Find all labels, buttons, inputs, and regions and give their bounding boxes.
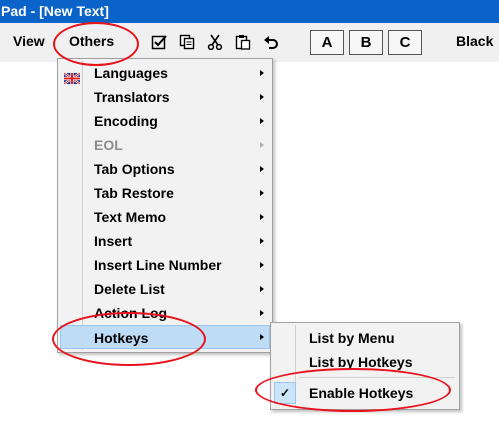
menu-black[interactable]: Black — [456, 33, 493, 49]
menu-item-encoding[interactable]: Encoding — [60, 109, 270, 133]
button-b[interactable]: B — [349, 30, 383, 55]
check-icon[interactable] — [150, 33, 168, 51]
button-c[interactable]: C — [388, 30, 422, 55]
submenu-arrow-icon — [260, 262, 264, 268]
submenu-arrow-icon — [260, 118, 264, 124]
menu-item-text-memo[interactable]: Text Memo — [60, 205, 270, 229]
submenu-arrow-icon — [260, 310, 264, 316]
uk-flag-icon — [63, 67, 81, 85]
menu-bar: View Others A B C Black — [0, 23, 499, 62]
menu-item-label: List by Hotkeys — [309, 354, 413, 370]
menu-item-label: EOL — [94, 137, 123, 153]
submenu-arrow-icon — [260, 214, 264, 220]
copy-icon[interactable] — [178, 33, 196, 51]
menu-others[interactable]: Others — [69, 33, 114, 49]
menu-item-translators[interactable]: Translators — [60, 85, 270, 109]
submenu-arrow-icon — [260, 286, 264, 292]
menu-item-tab-options[interactable]: Tab Options — [60, 157, 270, 181]
menu-item-label: Tab Restore — [94, 185, 174, 201]
menu-item-hotkeys[interactable]: Hotkeys — [60, 325, 270, 349]
menu-item-label: Languages — [94, 65, 168, 81]
submenu-arrow-icon — [260, 190, 264, 196]
menu-item-label: Delete List — [94, 281, 165, 297]
menu-item-label: Enable Hotkeys — [309, 385, 414, 401]
submenu-item-enable-hotkeys[interactable]: ✓ Enable Hotkeys — [273, 381, 457, 405]
checkmark-icon: ✓ — [274, 382, 296, 404]
submenu-arrow-icon — [260, 142, 264, 148]
hotkeys-submenu: List by Menu List by Hotkeys ✓ Enable Ho… — [270, 322, 460, 410]
menu-item-label: Insert Line Number — [94, 257, 222, 273]
menu-item-label: Insert — [94, 233, 133, 249]
window-title: Pad - [New Text] — [1, 3, 109, 19]
undo-icon[interactable] — [262, 33, 280, 51]
menu-item-label: Action Log — [94, 305, 168, 321]
menu-item-insert[interactable]: Insert — [60, 229, 270, 253]
submenu-arrow-icon — [260, 166, 264, 172]
menu-item-action-log[interactable]: Action Log — [60, 301, 270, 325]
submenu-arrow-icon — [260, 238, 264, 244]
menu-item-label: Hotkeys — [94, 330, 149, 346]
submenu-arrow-icon — [260, 70, 264, 76]
menu-item-tab-restore[interactable]: Tab Restore — [60, 181, 270, 205]
menu-view[interactable]: View — [13, 33, 45, 49]
menu-item-eol: EOL — [60, 133, 270, 157]
menu-item-insert-line-number[interactable]: Insert Line Number — [60, 253, 270, 277]
menu-item-label: List by Menu — [309, 330, 395, 346]
others-menu: Languages Translators Encoding EOL Tab O… — [57, 58, 273, 353]
menu-separator — [299, 377, 455, 378]
submenu-arrow-icon — [260, 94, 264, 100]
menu-item-label: Translators — [94, 89, 170, 105]
menu-item-label: Text Memo — [94, 209, 167, 225]
title-bar: Pad - [New Text] — [0, 0, 499, 23]
menu-item-label: Tab Options — [94, 161, 175, 177]
menu-item-languages[interactable]: Languages — [60, 61, 270, 85]
submenu-arrow-icon — [260, 334, 264, 340]
menu-item-label: Encoding — [94, 113, 158, 129]
cut-icon[interactable] — [206, 33, 224, 51]
submenu-item-list-by-menu[interactable]: List by Menu — [273, 326, 457, 350]
menu-item-delete-list[interactable]: Delete List — [60, 277, 270, 301]
button-a[interactable]: A — [310, 30, 344, 55]
paste-icon[interactable] — [234, 33, 252, 51]
submenu-item-list-by-hotkeys[interactable]: List by Hotkeys — [273, 350, 457, 374]
